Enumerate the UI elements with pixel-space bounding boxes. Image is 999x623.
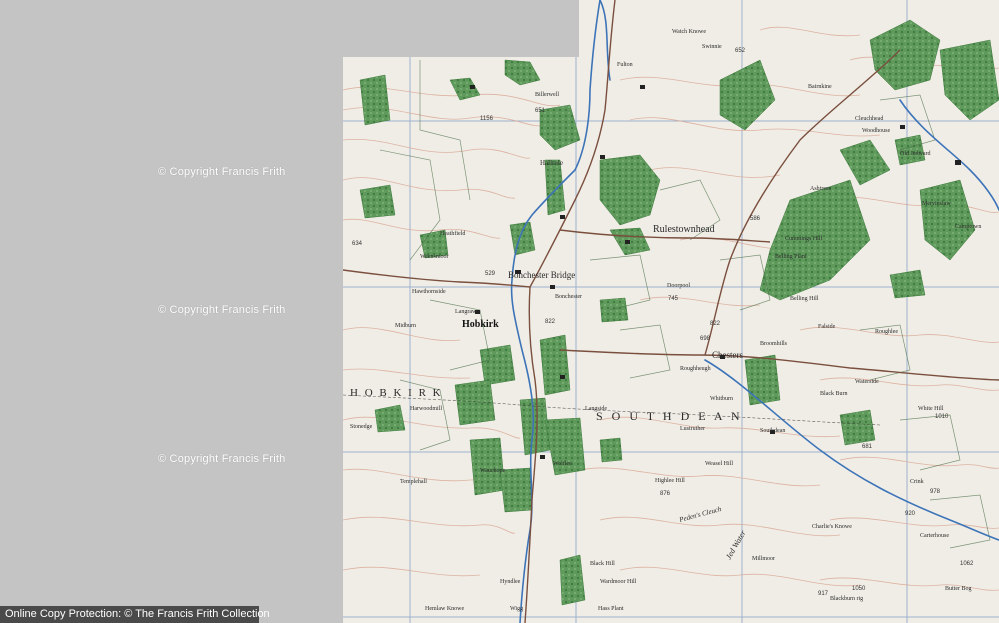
label-hyndlee: Hyndlee bbox=[500, 579, 521, 585]
label-swinnie: Swinnie bbox=[702, 44, 722, 50]
label-hobkirk: Hobkirk bbox=[462, 319, 499, 330]
label-midburn: Midburn bbox=[395, 323, 416, 329]
watermark-text: © Copyright Francis Frith bbox=[158, 304, 286, 316]
label-southdean-parish: S O U T H D E A N bbox=[596, 409, 743, 423]
label-broomhills: Broomhills bbox=[760, 341, 788, 347]
label-watch-knowe: Watch Knowe bbox=[672, 29, 706, 35]
map-sheet bbox=[343, 0, 999, 623]
spot-height: 1010 bbox=[935, 414, 949, 420]
label-whitburn: Whitburn bbox=[710, 396, 733, 402]
label-woodhouse: Woodhouse bbox=[862, 128, 891, 134]
watermark-text: © Copyright Francis Frith bbox=[158, 453, 286, 465]
spot-height: 698 bbox=[700, 336, 711, 342]
label-weensmoor: Weensmoor bbox=[420, 254, 449, 260]
label-bairnkine: Bairnkine bbox=[808, 84, 832, 90]
spot-height: 822 bbox=[710, 321, 721, 327]
label-millmoor: Millmoor bbox=[752, 556, 775, 562]
label-wardmoor-hill: Wardmoor Hill bbox=[600, 579, 637, 585]
label-hobkirk-parish: H O B K I R K bbox=[350, 387, 443, 399]
spot-height: 681 bbox=[862, 444, 873, 450]
label-chesters: Chesters bbox=[712, 350, 743, 360]
spot-height: 651 bbox=[535, 108, 546, 114]
spot-height: 634 bbox=[352, 241, 363, 247]
label-langside: Langside bbox=[585, 406, 607, 412]
label-weasel-hill: Weasel Hill bbox=[705, 461, 733, 467]
spot-height: 745 bbox=[668, 296, 679, 302]
label-billerwell: Billerwell bbox=[535, 92, 559, 98]
spot-height: 586 bbox=[750, 216, 761, 222]
spot-height: 978 bbox=[930, 489, 941, 495]
spot-height: 920 bbox=[905, 511, 916, 517]
label-white-hill: White Hill bbox=[918, 406, 944, 412]
label-belling-hill: Belling Hill bbox=[790, 296, 819, 302]
spot-height: 1062 bbox=[960, 561, 974, 567]
label-bonchester-bridge: Bonchester Bridge bbox=[508, 270, 575, 280]
label-black-hill: Black Hill bbox=[590, 561, 615, 567]
watermark-text: © Copyright Francis Frith bbox=[158, 166, 286, 178]
copyright-footer: Online Copy Protection: © The Francis Fr… bbox=[0, 606, 270, 623]
label-crink: Crink bbox=[910, 479, 924, 485]
label-hass-plant: Hass Plant bbox=[598, 606, 624, 612]
label-hemlaw-knowe: Hemlaw Knowe bbox=[425, 606, 464, 612]
label-harwoodmill: Harwoodmill bbox=[410, 406, 442, 412]
label-wigg: Wigg bbox=[510, 606, 523, 612]
label-camptown: Camptown bbox=[955, 224, 981, 230]
label-stonedge: Stonedge bbox=[350, 424, 373, 430]
label-butter-bog: Butter Bog bbox=[945, 586, 972, 592]
label-ashtrees: Ashtrees bbox=[810, 186, 832, 192]
label-wolflee: Wolflee bbox=[553, 460, 572, 467]
spot-height: 876 bbox=[660, 491, 671, 497]
label-charlies-knowe: Charlie's Knowe bbox=[812, 524, 852, 530]
label-cleuchhead: Cleuchhead bbox=[855, 116, 883, 122]
label-langraw: Langraw bbox=[455, 309, 477, 315]
label-bonchester: Bonchester bbox=[555, 294, 582, 300]
label-lustruther: Lustruther bbox=[680, 426, 705, 432]
label-southdean: Southdean bbox=[760, 428, 785, 434]
label-cummings-hill: Cummings Hill bbox=[785, 236, 823, 242]
label-doorpool: Doorpool bbox=[667, 283, 690, 289]
label-heathfield: Heathfield bbox=[440, 230, 465, 237]
spot-height: 1156 bbox=[480, 116, 494, 122]
label-hallrule: Hallrule bbox=[540, 159, 563, 167]
label-mervinslaw: Mervinslaw bbox=[922, 201, 951, 207]
label-templehall: Templehall bbox=[400, 479, 427, 485]
label-roughlee: Roughlee bbox=[875, 329, 898, 335]
label-blackburn-rig: Blackburn rig bbox=[830, 596, 863, 602]
spot-height: 917 bbox=[818, 591, 829, 597]
ordnance-survey-map: H O B K I R K S O U T H D E A N Hobkirk … bbox=[343, 0, 999, 623]
label-fulton: Fulton bbox=[617, 62, 633, 68]
label-hawthornside: Hawthornside bbox=[412, 289, 446, 295]
label-old-jedward: Old Jedward bbox=[900, 151, 931, 157]
spot-height: 1050 bbox=[852, 586, 866, 592]
label-falside: Falside bbox=[818, 324, 836, 330]
label-belling-plant: Belling Plant bbox=[775, 254, 807, 260]
spot-height: 822 bbox=[545, 319, 556, 325]
spot-height: 529 bbox=[485, 271, 496, 277]
label-carterhouse: Carterhouse bbox=[920, 533, 949, 539]
label-wauchope: Wauchope bbox=[480, 468, 506, 474]
label-rulestonehead: Rulestownhead bbox=[653, 224, 715, 235]
label-black-burn: Black Burn bbox=[820, 391, 848, 397]
label-roughheugh: Roughheugh bbox=[680, 366, 711, 372]
spot-height: 652 bbox=[735, 48, 746, 54]
label-waterside: Waterside bbox=[855, 379, 879, 385]
label-highlee-hill: Highlee Hill bbox=[655, 478, 685, 484]
